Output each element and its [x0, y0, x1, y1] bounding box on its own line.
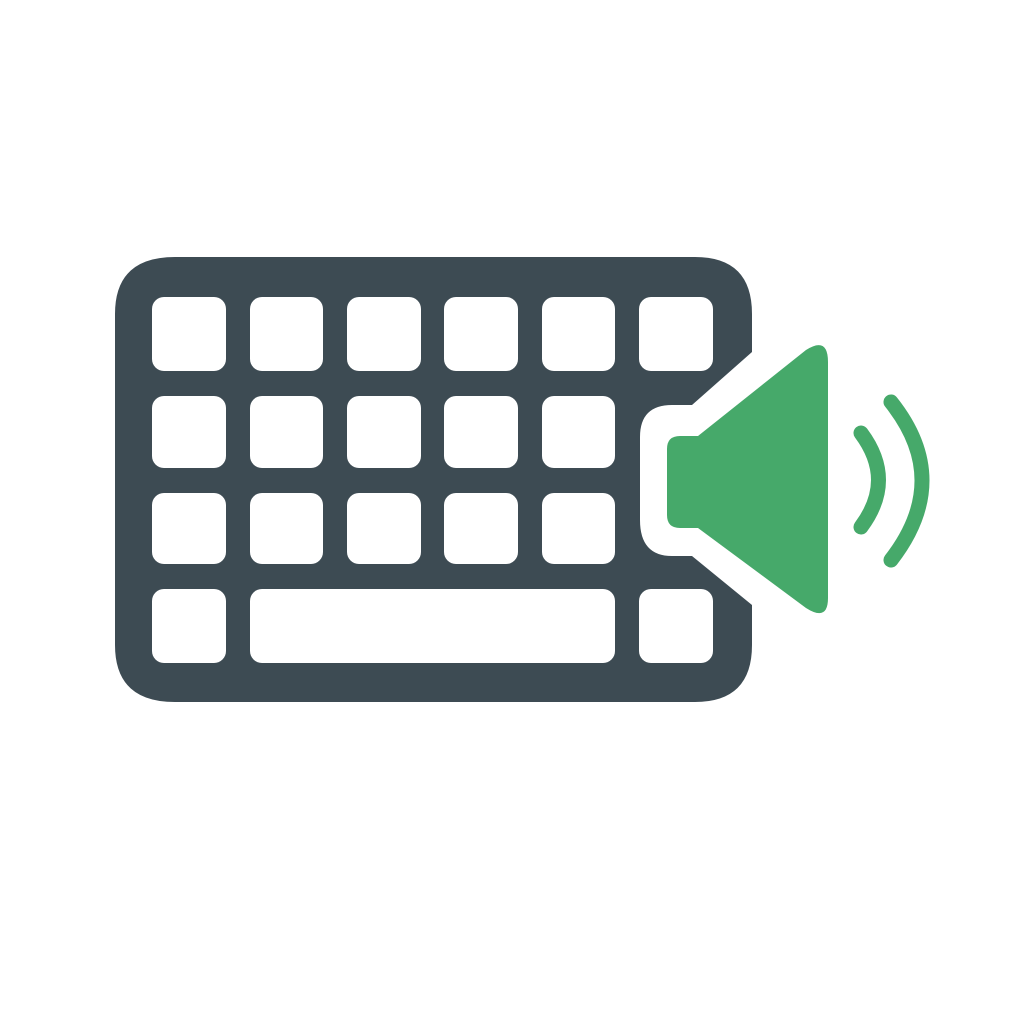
key	[152, 493, 226, 564]
key	[152, 297, 226, 371]
key	[444, 297, 518, 371]
key	[542, 297, 615, 371]
key	[639, 589, 713, 663]
spacebar-key	[250, 589, 615, 663]
key	[639, 297, 713, 371]
key	[444, 396, 518, 468]
key	[347, 493, 421, 564]
key	[250, 396, 323, 468]
key	[250, 493, 323, 564]
key	[152, 589, 226, 663]
sound-wave-inner	[853, 425, 886, 535]
key	[542, 493, 615, 564]
sound-wave-outer	[883, 394, 930, 568]
key	[444, 493, 518, 564]
key	[542, 396, 615, 468]
key	[347, 396, 421, 468]
keyboard-speaker-graphic	[115, 257, 930, 702]
key	[347, 297, 421, 371]
sound-waves-icon	[853, 394, 930, 568]
key	[250, 297, 323, 371]
key	[152, 396, 226, 468]
keyboard-speaker-logo	[0, 0, 1024, 1024]
